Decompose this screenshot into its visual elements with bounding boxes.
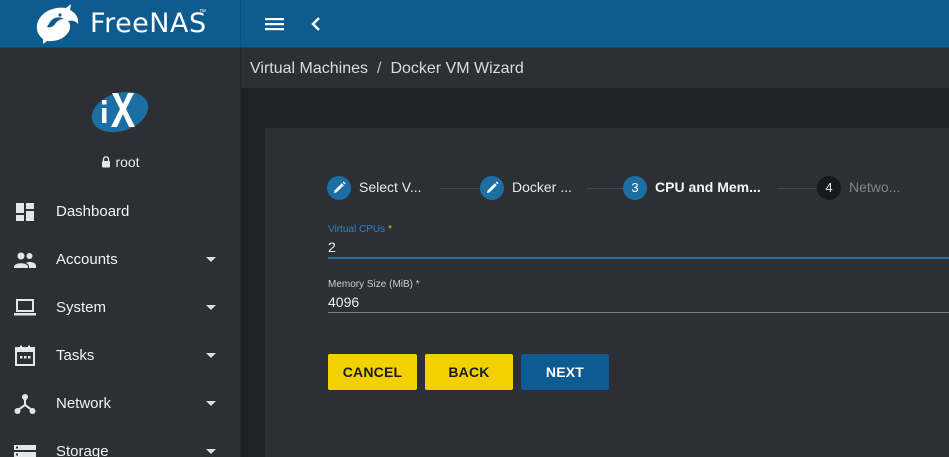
step-number: 4 xyxy=(817,176,841,200)
wizard-card: Select V... Docker ... 3 CPU and Mem... … xyxy=(265,128,949,457)
cancel-button[interactable]: CANCEL xyxy=(328,354,417,390)
sidebar-item-dashboard[interactable]: Dashboard xyxy=(0,188,241,236)
calendar-icon xyxy=(15,345,35,366)
virtual-cpus-input[interactable] xyxy=(328,237,949,257)
current-user: root xyxy=(0,154,241,170)
brand-trademark: ™ xyxy=(199,9,206,16)
breadcrumb-current: Docker VM Wizard xyxy=(390,60,524,77)
step-marker xyxy=(327,176,351,200)
chevron-left-icon xyxy=(311,17,320,31)
brand[interactable]: FreeNAS ™ xyxy=(0,0,241,48)
step-connector xyxy=(777,188,817,189)
storage-icon xyxy=(14,445,36,457)
step-marker xyxy=(480,176,504,200)
caret-down-icon xyxy=(206,257,216,262)
step-connector xyxy=(587,188,623,189)
memory-size-label: Memory Size (MiB) * xyxy=(328,279,420,290)
step-label: Select V... xyxy=(359,179,422,195)
memory-size-input[interactable] xyxy=(328,292,949,312)
back-button[interactable]: BACK xyxy=(425,354,513,390)
field-underline xyxy=(328,312,949,313)
ix-systems-logo-icon xyxy=(91,91,149,133)
top-bar: FreeNAS ™ xyxy=(0,0,949,48)
step-connector xyxy=(440,188,480,189)
sidebar-item-network[interactable]: Network xyxy=(0,380,241,428)
sidebar-item-label: Accounts xyxy=(56,251,118,268)
sidebar-item-label: Tasks xyxy=(56,347,95,364)
lock-icon xyxy=(102,156,111,168)
sidebar-item-label: Storage xyxy=(56,443,109,457)
hamburger-icon xyxy=(265,18,284,31)
caret-down-icon xyxy=(206,353,216,358)
edit-icon xyxy=(487,181,499,193)
freenas-shark-logo-icon xyxy=(36,4,79,44)
caret-down-icon xyxy=(206,305,216,310)
sidebar-item-label: Dashboard xyxy=(56,203,130,220)
breadcrumb-separator: / xyxy=(376,60,382,77)
sidebar-item-system[interactable]: System xyxy=(0,284,241,332)
next-button[interactable]: NEXT xyxy=(521,354,609,390)
sidebar-item-storage[interactable]: Storage xyxy=(0,428,241,457)
sidebar: root Dashboard Accounts System Tasks Net… xyxy=(0,48,241,457)
sidebar-item-accounts[interactable]: Accounts xyxy=(0,236,241,284)
step-label: CPU and Mem... xyxy=(655,179,761,195)
username: root xyxy=(115,154,140,170)
people-icon xyxy=(14,252,36,268)
edit-icon xyxy=(334,181,346,193)
step-label: Netwo... xyxy=(849,179,901,195)
caret-down-icon xyxy=(206,449,216,454)
dashboard-icon xyxy=(16,203,34,221)
breadcrumb: Virtual Machines / Docker VM Wizard xyxy=(250,60,524,78)
menu-toggle-button[interactable] xyxy=(262,12,290,36)
network-icon xyxy=(14,394,36,414)
field-underline xyxy=(328,257,949,259)
collapse-sidebar-button[interactable] xyxy=(305,12,327,36)
sidebar-item-label: Network xyxy=(56,395,112,412)
sidebar-item-label: System xyxy=(56,299,107,316)
breadcrumb-bar: Virtual Machines / Docker VM Wizard xyxy=(241,48,949,88)
caret-down-icon xyxy=(206,401,216,406)
sidebar-item-tasks[interactable]: Tasks xyxy=(0,332,241,380)
breadcrumb-parent[interactable]: Virtual Machines xyxy=(250,60,368,77)
laptop-icon xyxy=(14,299,36,316)
step-number: 3 xyxy=(623,176,647,200)
brand-name: FreeNAS xyxy=(90,8,207,39)
virtual-cpus-label: Virtual CPUs * xyxy=(328,224,392,235)
step-label: Docker ... xyxy=(512,179,572,195)
